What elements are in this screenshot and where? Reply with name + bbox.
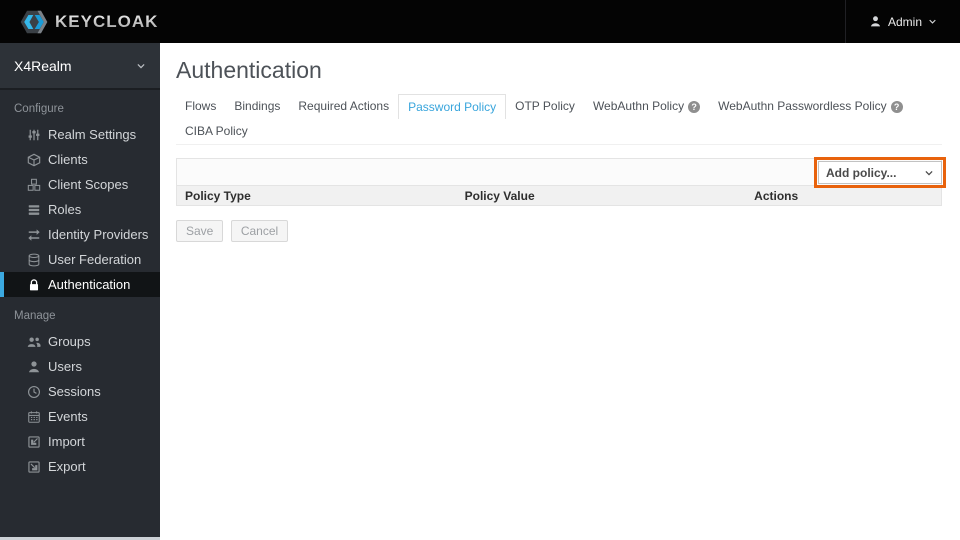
tab-label: WebAuthn Policy xyxy=(592,99,685,113)
sidebar-item-sessions[interactable]: Sessions xyxy=(0,379,160,404)
tab-bindings[interactable]: Bindings xyxy=(225,94,289,119)
sidebar-item-label: Authentication xyxy=(48,277,131,292)
sidebar-item-events[interactable]: Events xyxy=(0,404,160,429)
list-icon xyxy=(27,203,41,217)
sidebar-item-realm-settings[interactable]: Realm Settings xyxy=(0,122,160,147)
tab-password-policy[interactable]: Password Policy xyxy=(398,94,507,119)
sidebar-item-label: Identity Providers xyxy=(48,227,149,242)
tab-otp-policy[interactable]: OTP Policy xyxy=(506,94,584,119)
sidebar-item-label: Sessions xyxy=(48,384,101,399)
tab-ciba-policy[interactable]: CIBA Policy xyxy=(176,119,257,144)
add-policy-highlight: Add policy... xyxy=(814,157,946,188)
add-policy-select[interactable]: Add policy... xyxy=(818,161,942,184)
clock-icon xyxy=(27,385,41,399)
tab-flows[interactable]: Flows xyxy=(176,94,225,119)
database-icon xyxy=(27,253,41,267)
tab-webauthn-passwordless-policy[interactable]: WebAuthn Passwordless Policy? xyxy=(709,94,912,119)
tab-label: Bindings xyxy=(234,99,281,113)
cubes-icon xyxy=(27,178,41,192)
exchange-icon xyxy=(27,228,41,242)
sidebar-item-label: User Federation xyxy=(48,252,142,267)
sidebar-nav: Configure Realm Settings Clients Client Sco… xyxy=(0,90,160,479)
sidebar-item-import[interactable]: Import xyxy=(0,429,160,454)
tab-label: CIBA Policy xyxy=(185,124,248,138)
chevron-down-icon xyxy=(924,168,934,178)
import-icon xyxy=(27,435,41,449)
sidebar-item-label: Users xyxy=(48,359,82,374)
sidebar-section-label: Configure xyxy=(14,103,64,115)
help-icon[interactable]: ? xyxy=(890,100,903,113)
users-icon xyxy=(27,335,41,349)
form-buttons: Save Cancel xyxy=(176,220,944,242)
column-header-policy-value: Policy Value xyxy=(464,188,535,203)
tab-bar: Flows Bindings Required Actions Password Po… xyxy=(176,94,942,145)
sidebar-item-label: Clients xyxy=(48,152,88,167)
tab-webauthn-policy[interactable]: WebAuthn Policy? xyxy=(584,94,709,119)
sidebar-section-label: Manage xyxy=(14,310,56,322)
keycloak-logo-icon xyxy=(20,10,48,34)
user-menu-label: Admin xyxy=(887,14,922,29)
sidebar-item-export[interactable]: Export xyxy=(0,454,160,479)
realm-name: X4Realm xyxy=(14,57,72,74)
chevron-down-icon xyxy=(136,61,146,71)
main-content: Authentication Flows Bindings Required Act… xyxy=(160,43,960,540)
sidebar-item-label: Groups xyxy=(48,334,91,349)
calendar-icon xyxy=(27,410,41,424)
chevron-down-icon xyxy=(928,17,937,26)
sidebar-item-label: Realm Settings xyxy=(48,127,137,142)
column-header-policy-type: Policy Type xyxy=(185,188,251,203)
user-menu[interactable]: Admin xyxy=(845,0,960,43)
help-icon[interactable]: ? xyxy=(688,100,701,113)
lock-icon xyxy=(27,278,41,292)
sidebar-item-user-federation[interactable]: User Federation xyxy=(0,247,160,272)
sidebar-item-identity-providers[interactable]: Identity Providers xyxy=(0,222,160,247)
sidebar-item-authentication[interactable]: Authentication xyxy=(0,272,160,297)
sidebar-item-groups[interactable]: Groups xyxy=(0,329,160,354)
sidebar-item-client-scopes[interactable]: Client Scopes xyxy=(0,172,160,197)
topbar: KEYCLOAK Admin xyxy=(0,0,960,43)
tab-required-actions[interactable]: Required Actions xyxy=(289,94,398,119)
user-icon xyxy=(869,15,882,28)
export-icon xyxy=(27,460,41,474)
save-button[interactable]: Save xyxy=(176,220,224,242)
brand-title: KEYCLOAK xyxy=(55,11,159,31)
table-header-row: Policy Type Policy Value Actions xyxy=(177,186,941,205)
password-policy-table: Add policy... Policy Type Policy Value Act… xyxy=(176,157,946,206)
user-icon xyxy=(27,360,41,374)
sidebar-item-label: Client Scopes xyxy=(48,177,129,192)
column-header-actions: Actions xyxy=(754,188,799,203)
sidebar-item-users[interactable]: Users xyxy=(0,354,160,379)
sidebar-item-roles[interactable]: Roles xyxy=(0,197,160,222)
table-toolbar: Add policy... xyxy=(177,157,946,188)
realm-selector[interactable]: X4Realm xyxy=(0,43,160,90)
sidebar-item-label: Roles xyxy=(48,202,82,217)
cancel-button[interactable]: Cancel xyxy=(230,220,289,242)
sidebar-item-clients[interactable]: Clients xyxy=(0,147,160,172)
add-policy-select-value: Add policy... xyxy=(826,165,897,180)
page-title: Authentication xyxy=(176,57,322,83)
sidebar-item-label: Events xyxy=(48,409,88,424)
tab-label: WebAuthn Passwordless Policy xyxy=(718,99,887,113)
tab-label: Required Actions xyxy=(298,99,390,113)
sidebar-item-label: Import xyxy=(48,434,85,449)
tab-label: OTP Policy xyxy=(515,99,575,113)
tab-label: Flows xyxy=(185,99,217,113)
sidebar-item-label: Export xyxy=(48,459,86,474)
keycloak-logo: KEYCLOAK xyxy=(0,10,158,34)
sidebar: X4Realm Configure Realm Settings Clients Cl… xyxy=(0,43,160,537)
tab-label: Password Policy xyxy=(408,99,497,114)
sliders-icon xyxy=(27,128,41,142)
cube-icon xyxy=(27,153,41,167)
